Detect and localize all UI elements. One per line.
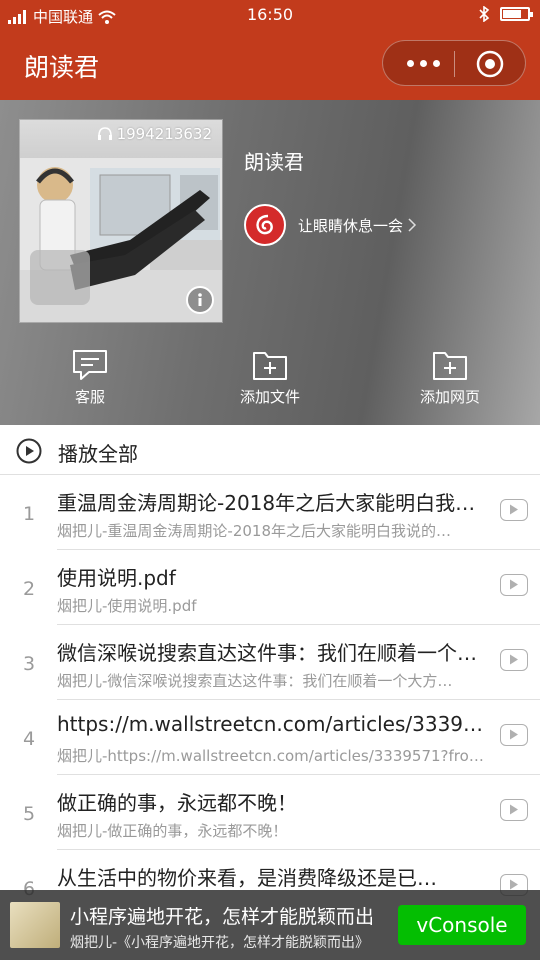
track-index: 1: [22, 503, 36, 525]
track-title: 使用说明.pdf: [57, 566, 176, 590]
header-actions: 客服 添加文件 添加网页: [0, 348, 540, 418]
more-dot-icon: [406, 59, 414, 67]
track-row[interactable]: 4 https://m.wallstreetcn.com/articles/33…: [0, 700, 540, 775]
play-icon: [510, 654, 518, 665]
play-track-button[interactable]: [500, 649, 528, 671]
track-subtitle: 烟把儿-微信深喉说搜索直达这件事：我们在顺着一个大方…: [57, 672, 453, 690]
chat-icon: [73, 350, 107, 380]
add-webpage-label: 添加网页: [419, 388, 480, 406]
track-title: 做正确的事，永远都不晚！: [57, 791, 297, 815]
track-subtitle: 烟把儿-做正确的事，永远都不晚！: [57, 822, 288, 840]
track-subtitle: 烟把儿-重温周金涛周期论-2018年之后大家能明白我说的…: [57, 522, 452, 540]
app-title: 朗读君: [24, 53, 100, 82]
play-icon: [510, 804, 518, 815]
status-right: [478, 6, 533, 22]
now-playing-thumbnail: [10, 902, 60, 948]
more-dot-icon: [432, 59, 440, 67]
track-title: 从生活中的物价来看，是消费降级还是已…: [57, 866, 437, 890]
play-count: 1994213632: [97, 125, 212, 143]
headphones-icon: [97, 127, 112, 140]
track-index: 2: [22, 578, 36, 600]
play-all-button[interactable]: 播放全部: [0, 425, 540, 475]
capsule-divider: [454, 51, 455, 77]
track-title: https://m.wallstreetcn.com/articles/3339…: [57, 712, 493, 736]
play-icon: [510, 729, 518, 740]
track-index: 5: [22, 803, 36, 825]
add-webpage-button[interactable]: 添加网页: [390, 348, 510, 407]
play-all-label: 播放全部: [58, 442, 138, 466]
close-target-icon[interactable]: [476, 50, 504, 78]
battery-level: [503, 10, 522, 18]
more-button[interactable]: [403, 54, 443, 72]
track-index: 4: [22, 728, 36, 750]
mini-player[interactable]: 小程序遍地开花，怎样才能脱颖而出 烟把儿-《小程序遍地开花，怎样才能脱颖而出》 …: [0, 890, 540, 960]
track-row[interactable]: 5 做正确的事，永远都不晚！ 烟把儿-做正确的事，永远都不晚！: [0, 775, 540, 850]
album-cover[interactable]: 1994213632: [20, 120, 222, 322]
author-link[interactable]: 让眼睛休息一会: [244, 204, 417, 246]
status-time: 16:50: [246, 5, 294, 24]
customer-service-button[interactable]: 客服: [30, 348, 150, 407]
bluetooth-icon: [479, 6, 490, 22]
title-bar: 朗读君: [0, 30, 540, 100]
track-row[interactable]: 3 微信深喉说搜索直达这件事：我们在顺着一个大方… 烟把儿-微信深喉说搜索直达这…: [0, 625, 540, 700]
vconsole-button[interactable]: vConsole: [398, 905, 526, 945]
play-track-button[interactable]: [500, 799, 528, 821]
add-file-label: 添加文件: [239, 388, 300, 406]
now-playing-subtitle: 烟把儿-《小程序遍地开花，怎样才能脱颖而出》: [70, 935, 370, 951]
customer-service-label: 客服: [74, 388, 105, 406]
album-title: 朗读君: [244, 150, 304, 174]
play-icon: [510, 579, 518, 590]
play-track-button[interactable]: [500, 724, 528, 746]
play-count-value: 1994213632: [116, 125, 212, 143]
now-playing-title: 小程序遍地开花，怎样才能脱颖而出: [70, 906, 375, 928]
folder-add-icon: [433, 352, 467, 380]
mini-program-capsule: [382, 40, 526, 86]
status-bar: 中国联通 16:50: [0, 0, 540, 30]
author-name: 让眼睛休息一会: [298, 216, 404, 235]
chevron-right-icon: [408, 218, 417, 232]
track-row[interactable]: 2 使用说明.pdf 烟把儿-使用说明.pdf: [0, 550, 540, 625]
info-icon: [198, 293, 202, 306]
track-row[interactable]: 1 重温周金涛周期论-2018年之后大家能明白我说的… 烟把儿-重温周金涛周期论…: [0, 475, 540, 550]
netease-music-icon: [244, 204, 286, 246]
folder-add-icon: [253, 352, 287, 380]
play-track-button[interactable]: [500, 574, 528, 596]
play-circle-icon: [16, 438, 42, 464]
battery-icon: [500, 7, 533, 21]
add-file-button[interactable]: 添加文件: [210, 348, 330, 407]
info-button[interactable]: [186, 286, 214, 314]
more-dot-icon: [419, 59, 427, 67]
track-subtitle: 烟把儿-使用说明.pdf: [57, 597, 197, 615]
track-title: 重温周金涛周期论-2018年之后大家能明白我说的…: [57, 491, 493, 515]
play-track-button[interactable]: [500, 499, 528, 521]
track-title: 微信深喉说搜索直达这件事：我们在顺着一个大方…: [57, 641, 493, 665]
track-subtitle: 烟把儿-https://m.wallstreetcn.com/articles/…: [57, 747, 484, 765]
track-index: 3: [22, 653, 36, 675]
play-icon: [510, 504, 518, 515]
album-header: 1994213632 朗读君 让眼睛休息一会 客服 添加文件 添加网页: [0, 100, 540, 425]
